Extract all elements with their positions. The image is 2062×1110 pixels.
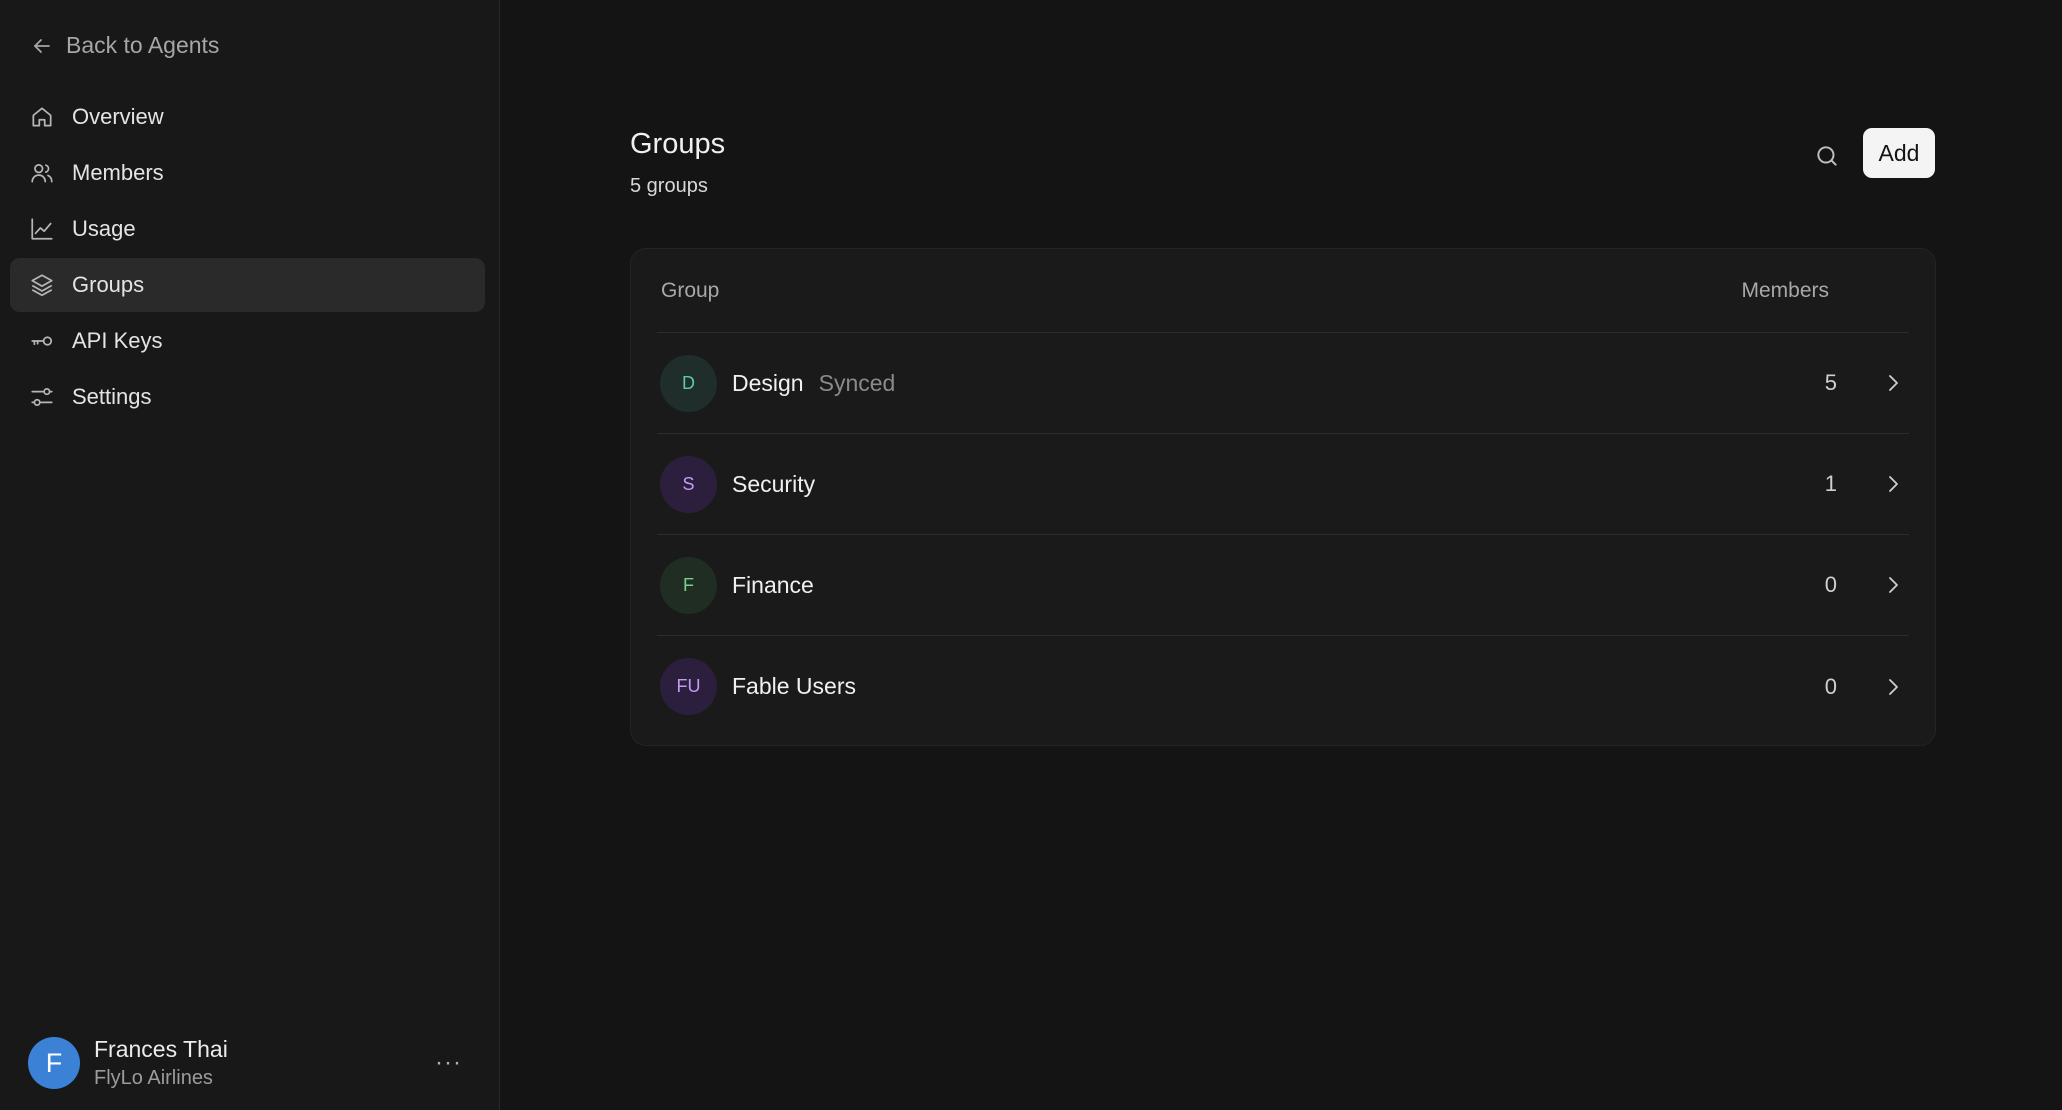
sidebar-item-groups[interactable]: Groups — [10, 258, 485, 312]
chevron-right-icon — [1879, 470, 1907, 498]
table-row[interactable]: D Design Synced 5 — [657, 333, 1909, 434]
back-to-agents-link[interactable]: Back to Agents — [30, 32, 219, 59]
table-row[interactable]: S Security 1 — [657, 434, 1909, 535]
back-label: Back to Agents — [66, 32, 220, 58]
user-name: Frances Thai — [94, 1036, 228, 1062]
sidebar-item-label: Groups — [72, 272, 145, 297]
sidebar-item-label: Settings — [72, 384, 152, 409]
users-icon — [28, 159, 56, 187]
sidebar-item-overview[interactable]: Overview — [10, 90, 485, 144]
sidebar: Back to Agents Overview Members Usage Gr… — [0, 0, 500, 1110]
group-avatar: F — [660, 556, 717, 614]
group-avatar: S — [660, 455, 717, 513]
group-name: Security — [732, 470, 816, 497]
group-count: 5 groups — [630, 175, 708, 197]
add-button[interactable]: Add — [1863, 128, 1935, 178]
groups-table: Group Members D Design Synced 5 S Security 1 F F… — [630, 248, 1936, 746]
sidebar-item-settings[interactable]: Settings — [10, 370, 485, 424]
search-button[interactable] — [1809, 138, 1845, 174]
sliders-icon — [28, 383, 56, 411]
table-row[interactable]: F Finance 0 — [657, 535, 1909, 636]
more-options-button[interactable]: ··· — [435, 1049, 462, 1077]
page-header: Groups 5 groups Add — [630, 128, 1935, 208]
chevron-right-icon — [1879, 673, 1907, 701]
search-icon — [1817, 146, 1837, 166]
page-title: Groups — [630, 128, 726, 160]
key-icon — [28, 327, 56, 355]
sidebar-item-label: Members — [72, 160, 164, 185]
group-name: Finance — [732, 571, 814, 598]
table-row[interactable]: FU Fable Users 0 — [657, 636, 1909, 737]
column-header-group: Group — [661, 278, 720, 302]
main-content: Groups 5 groups Add Group Members D Desig… — [500, 0, 2062, 1110]
group-name: Fable Users — [732, 673, 856, 699]
group-name: Design — [732, 369, 804, 396]
user-org: FlyLo Airlines — [94, 1067, 213, 1089]
table-header: Group Members — [657, 249, 1909, 333]
group-member-count: 5 — [1824, 370, 1837, 395]
sidebar-item-usage[interactable]: Usage — [10, 202, 485, 256]
chevron-right-icon — [1879, 369, 1907, 397]
layers-icon — [28, 271, 56, 299]
arrow-left-icon — [34, 38, 50, 53]
group-member-count: 1 — [1824, 471, 1837, 496]
group-member-count: 0 — [1824, 572, 1837, 597]
group-member-count: 0 — [1824, 673, 1837, 699]
sidebar-item-api-keys[interactable]: API Keys — [10, 314, 485, 368]
group-avatar: FU — [660, 658, 717, 715]
group-sync-status: Synced — [818, 369, 896, 396]
sidebar-item-label: Usage — [72, 216, 136, 241]
home-icon — [28, 103, 56, 131]
sidebar-item-label: Overview — [72, 104, 164, 129]
column-header-members: Members — [1741, 278, 1829, 302]
chevron-right-icon — [1879, 571, 1907, 599]
chart-line-icon — [28, 215, 56, 243]
avatar: F — [28, 1037, 80, 1089]
sidebar-nav: Overview Members Usage Groups API Keys S… — [10, 90, 485, 426]
sidebar-item-label: API Keys — [72, 328, 163, 353]
user-profile[interactable]: F Frances Thai FlyLo Airlines ··· — [28, 1036, 468, 1090]
sidebar-item-members[interactable]: Members — [10, 146, 485, 200]
group-avatar: D — [660, 354, 717, 412]
